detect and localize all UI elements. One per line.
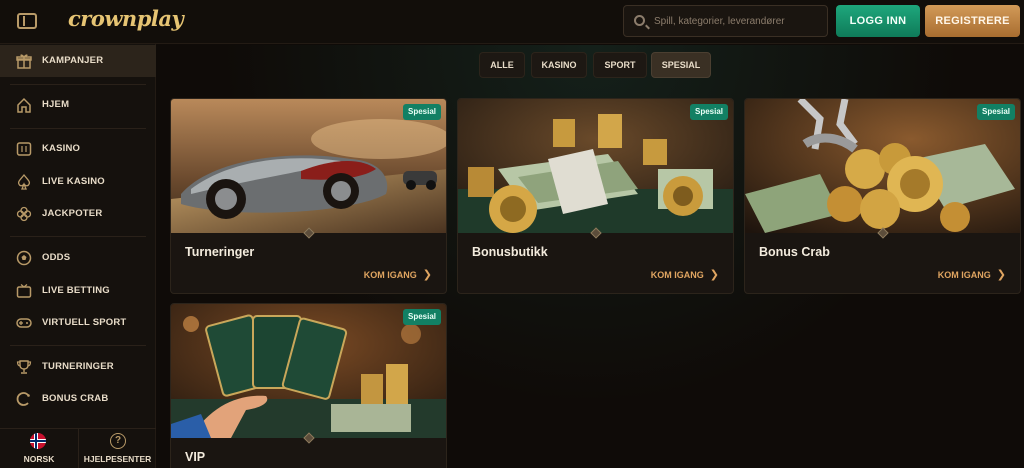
sidebar-item-bonus-crab[interactable]: BONUS CRAB — [0, 383, 156, 415]
sidebar-item-live-kasino[interactable]: LIVE KASINO — [0, 166, 156, 198]
get-started-link[interactable]: KOM IGANG ❯ — [938, 268, 1006, 281]
sidebar-item-label: KAMPANJER — [42, 55, 104, 66]
home-icon — [16, 97, 32, 113]
status-badge: Spesial — [402, 309, 441, 325]
cta-label: KOM IGANG — [937, 270, 991, 280]
status-badge: Spesial — [976, 104, 1015, 120]
card-title: Bonus Crab — [759, 245, 830, 259]
card-title: Turneringer — [185, 245, 255, 259]
clover-icon — [16, 206, 32, 222]
sidebar-toggle-icon[interactable] — [17, 13, 37, 29]
norway-flag-icon — [30, 433, 46, 449]
trophy-icon — [16, 359, 32, 375]
divider — [10, 128, 146, 129]
sidebar-item-jackpoter[interactable]: JACKPOTER — [0, 198, 156, 230]
help-center-link[interactable]: ? HJELPESENTER — [78, 429, 156, 468]
language-selector[interactable]: NORSK — [0, 429, 78, 468]
spade-icon — [16, 173, 32, 190]
search-box[interactable] — [623, 5, 828, 37]
sidebar-item-label: LIVE KASINO — [42, 176, 105, 187]
logo[interactable]: crownplay — [68, 6, 184, 31]
promo-card-turneringer[interactable]: Spesial Turneringer KOM IGANG ❯ — [170, 98, 447, 294]
sidebar-item-label: HJEM — [42, 99, 70, 110]
sidebar-item-kampanjer[interactable]: KAMPANJER — [0, 45, 156, 77]
filter-tab-alle[interactable]: ALLE — [479, 52, 525, 78]
get-started-link[interactable]: KOM IGANG ❯ — [651, 268, 719, 281]
sidebar-item-label: VIRTUELL SPORT — [42, 317, 127, 328]
language-label: NORSK — [23, 454, 55, 464]
promo-card-bonus-crab[interactable]: Spesial Bonus Crab KOM IGANG ❯ — [744, 98, 1021, 294]
filter-tab-spesial[interactable]: SPESIAL — [651, 52, 711, 78]
chevron-right-icon: ❯ — [996, 269, 1006, 281]
divider — [10, 84, 146, 85]
bonus-icon — [16, 391, 32, 407]
help-label: HJELPESENTER — [83, 454, 152, 464]
sidebar: KAMPANJER HJEM KASINO LIVE KASINO JACKPO… — [0, 44, 156, 468]
chevron-right-icon: ❯ — [422, 269, 432, 281]
sidebar-item-label: LIVE BETTING — [42, 285, 110, 296]
top-bar: crownplay LOGG INN REGISTRERE — [0, 0, 1024, 44]
divider — [10, 345, 146, 346]
cta-label: KOM IGANG — [650, 270, 704, 280]
card-title: VIP — [185, 450, 206, 464]
status-badge: Spesial — [402, 104, 441, 120]
sidebar-item-label: ODDS — [42, 252, 71, 263]
filter-tab-sport[interactable]: SPORT — [593, 52, 647, 78]
card-title: Bonusbutikk — [472, 245, 548, 259]
sidebar-item-turneringer[interactable]: TURNERINGER — [0, 351, 156, 383]
sidebar-item-kasino[interactable]: KASINO — [0, 133, 156, 165]
search-input[interactable] — [654, 6, 824, 36]
divider — [10, 236, 146, 237]
ball-icon — [16, 250, 32, 266]
sidebar-item-virtuell-sport[interactable]: VIRTUELL SPORT — [0, 307, 156, 339]
register-button[interactable]: REGISTRERE — [925, 5, 1020, 37]
sidebar-item-label: KASINO — [42, 143, 81, 154]
sidebar-item-label: TURNERINGER — [42, 361, 114, 372]
live-icon — [16, 283, 32, 299]
sidebar-footer: NORSK ? HJELPESENTER — [0, 428, 156, 468]
login-button[interactable]: LOGG INN — [836, 5, 920, 37]
gamepad-icon — [16, 315, 32, 331]
promo-card-vip[interactable]: Spesial VIP — [170, 303, 447, 468]
status-badge: Spesial — [689, 104, 728, 120]
slot-machine-icon — [16, 141, 32, 157]
filter-tab-kasino[interactable]: KASINO — [531, 52, 587, 78]
sidebar-item-odds[interactable]: ODDS — [0, 242, 156, 274]
cta-label: KOM IGANG — [363, 270, 417, 280]
promo-card-bonusbutikk[interactable]: Spesial Bonusbutikk KOM IGANG ❯ — [457, 98, 734, 294]
question-icon: ? — [110, 433, 126, 449]
get-started-link[interactable]: KOM IGANG ❯ — [364, 268, 432, 281]
sidebar-item-hjem[interactable]: HJEM — [0, 89, 156, 121]
sidebar-item-live-betting[interactable]: LIVE BETTING — [0, 275, 156, 307]
chevron-right-icon: ❯ — [709, 269, 719, 281]
sidebar-item-label: JACKPOTER — [42, 208, 103, 219]
main-content: ALLE KASINO SPORT SPESIAL Spesial Turner… — [157, 45, 1024, 468]
search-icon — [634, 15, 645, 26]
gift-icon — [16, 53, 32, 69]
sidebar-item-label: BONUS CRAB — [42, 393, 109, 404]
